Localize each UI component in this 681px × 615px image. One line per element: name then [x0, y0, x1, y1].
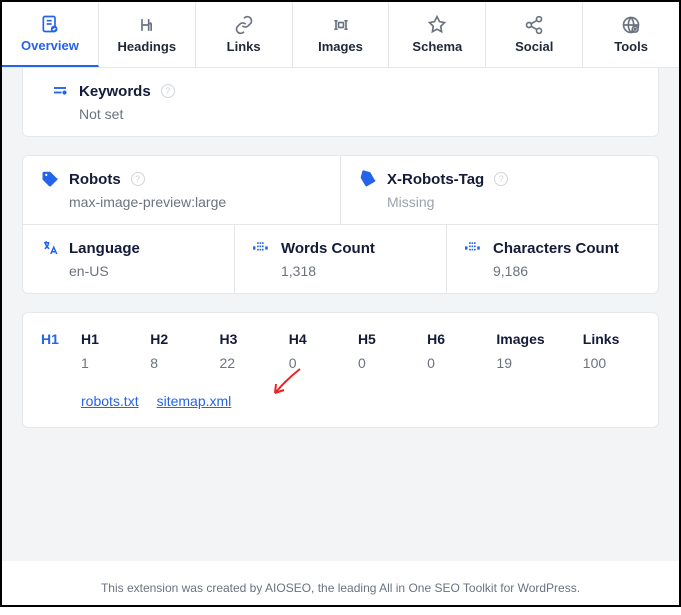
content-area: Keywords ? Not set Robots ? max-image-pr…: [2, 68, 679, 561]
language-value: en-US: [69, 263, 216, 279]
help-icon[interactable]: ?: [494, 172, 508, 186]
robots-value: max-image-preview:large: [69, 194, 322, 210]
language-icon: [41, 239, 59, 257]
col-head: Images: [496, 331, 570, 347]
tab-label: Links: [227, 39, 261, 54]
col-val: 19: [496, 355, 570, 371]
tab-label: Social: [515, 39, 553, 54]
tab-label: Headings: [118, 39, 177, 54]
tab-schema[interactable]: Schema: [389, 2, 486, 67]
tab-overview[interactable]: Overview: [2, 2, 99, 67]
tab-tools[interactable]: Tools: [583, 2, 679, 67]
links-icon: [234, 15, 254, 35]
robots-label: Robots: [69, 171, 121, 188]
tools-icon: [621, 15, 641, 35]
xrobots-value: Missing: [387, 194, 640, 210]
col-val: 0: [427, 355, 484, 371]
col-val: 1: [81, 355, 138, 371]
tab-bar: Overview Headings Links Images Schema So…: [2, 2, 679, 68]
tab-social[interactable]: Social: [486, 2, 583, 67]
keywords-card: Keywords ? Not set: [22, 68, 659, 137]
h1-badge: H1: [41, 331, 71, 347]
keywords-value: Not set: [79, 106, 640, 122]
words-icon: [253, 239, 271, 257]
col-head: H4: [289, 331, 346, 347]
words-value: 1,318: [281, 263, 428, 279]
headings-columns: H1 1 H2 8 H3 22 H4 0 H5 0 H6 0 Images 19 Links 1…: [81, 331, 640, 371]
chars-icon: [465, 239, 483, 257]
tab-label: Overview: [21, 38, 79, 53]
col-head: H3: [219, 331, 276, 347]
robots-icon: [41, 170, 59, 188]
robots-lang-card: Robots ? max-image-preview:large X-Robot…: [22, 155, 659, 294]
headings-icon: [137, 15, 157, 35]
xrobots-icon: [359, 170, 377, 188]
col-val: 0: [358, 355, 415, 371]
robots-txt-link[interactable]: robots.txt: [81, 393, 139, 409]
keywords-label: Keywords: [79, 83, 151, 100]
col-val: 0: [289, 355, 346, 371]
help-icon[interactable]: ?: [131, 172, 145, 186]
help-icon[interactable]: ?: [161, 84, 175, 98]
sitemap-xml-link[interactable]: sitemap.xml: [157, 393, 232, 409]
tab-label: Images: [318, 39, 363, 54]
tab-links[interactable]: Links: [196, 2, 293, 67]
words-label: Words Count: [281, 240, 375, 257]
schema-icon: [427, 15, 447, 35]
tab-headings[interactable]: Headings: [99, 2, 196, 67]
tab-label: Schema: [412, 39, 462, 54]
keywords-icon: [51, 82, 69, 100]
images-icon: [331, 15, 351, 35]
col-head: Links: [583, 331, 640, 347]
tab-label: Tools: [614, 39, 648, 54]
social-icon: [524, 15, 544, 35]
chars-value: 9,186: [493, 263, 640, 279]
col-head: H2: [150, 331, 207, 347]
headings-card: H1 H1 1 H2 8 H3 22 H4 0 H5 0 H6 0 Images 19 Lin…: [22, 312, 659, 428]
xrobots-label: X-Robots-Tag: [387, 171, 484, 188]
tab-images[interactable]: Images: [293, 2, 390, 67]
col-head: H5: [358, 331, 415, 347]
chars-label: Characters Count: [493, 240, 619, 257]
col-head: H6: [427, 331, 484, 347]
overview-icon: [40, 14, 60, 34]
col-val: 100: [583, 355, 640, 371]
language-label: Language: [69, 240, 140, 257]
col-head: H1: [81, 331, 138, 347]
col-val: 22: [219, 355, 276, 371]
col-val: 8: [150, 355, 207, 371]
